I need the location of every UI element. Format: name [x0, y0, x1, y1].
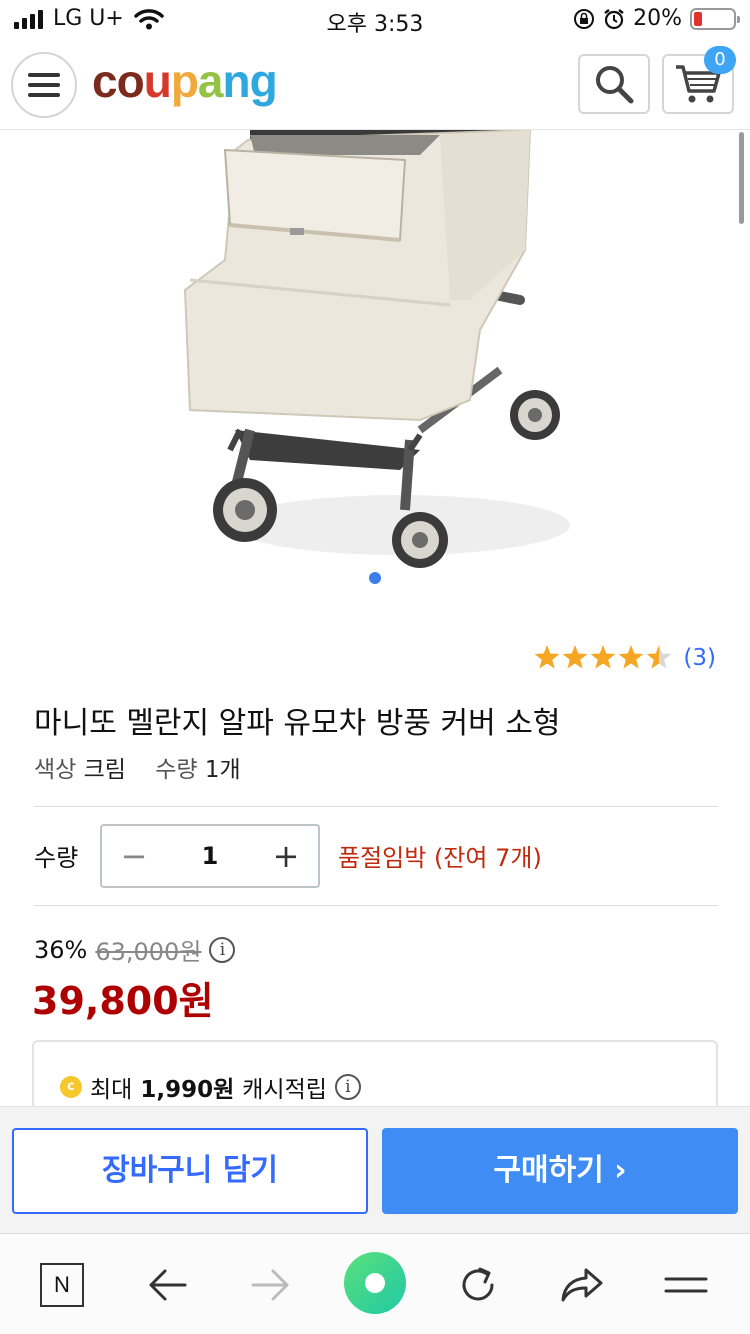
coupang-logo[interactable]: coupang	[92, 54, 278, 108]
share-button[interactable]	[552, 1258, 612, 1312]
cart-button[interactable]: 0	[662, 46, 736, 114]
reload-icon	[462, 1267, 494, 1301]
battery-icon	[690, 7, 740, 30]
browser-toolbar: N	[0, 1233, 750, 1334]
cash-prefix: 최대	[90, 1077, 133, 1103]
share-icon	[561, 1268, 603, 1302]
rotation-lock-icon	[574, 8, 595, 29]
quantity-value[interactable]: 1	[202, 842, 219, 870]
cash-suffix: 캐시적립	[242, 1077, 327, 1103]
product-title: 마니또 멜란지 알파 유모차 방풍 커버 소형	[34, 706, 561, 741]
stock-notice: 품절임박 (잔여 7개)	[338, 844, 542, 872]
star	[619, 645, 644, 669]
alarm-icon	[604, 8, 624, 29]
discount-rate: 36%	[34, 935, 88, 964]
sale-price: 39,800원	[32, 979, 214, 1023]
n-tab-button[interactable]: N	[32, 1258, 92, 1312]
star	[563, 645, 588, 669]
quantity-decrease-button[interactable]: −	[116, 837, 152, 875]
logo-letter: c	[92, 55, 118, 107]
logo-letter: o	[116, 55, 145, 107]
page-scrollbar[interactable]	[739, 132, 744, 224]
cash-coin-icon: c	[60, 1076, 82, 1098]
forward-arrow-icon	[251, 1269, 289, 1301]
stroller-cover-photo	[183, 130, 570, 568]
option-qty-value: 1개	[204, 757, 241, 783]
option-color-value: 크림	[83, 757, 126, 783]
wheel-front-left	[213, 478, 277, 542]
divider	[34, 905, 718, 906]
menu-button[interactable]	[11, 52, 77, 118]
quantity-stepper: − 1 +	[100, 824, 320, 888]
divider	[34, 806, 718, 807]
cart-count-badge: 0	[704, 46, 736, 74]
add-to-cart-button[interactable]: 장바구니 담기	[12, 1128, 368, 1214]
menu-icon	[664, 1277, 708, 1293]
discount-line: 36% 63,000원 i	[34, 932, 236, 967]
green-dot-button[interactable]	[344, 1252, 406, 1314]
quantity-increase-button[interactable]: +	[268, 837, 304, 875]
logo-letter: a	[197, 55, 224, 107]
purchase-bar: 장바구니 담기 구매하기 ›	[0, 1106, 750, 1233]
star	[647, 645, 672, 669]
n-tab-icon: N	[40, 1263, 84, 1307]
info-icon[interactable]: i	[209, 936, 236, 963]
option-qty-label: 수량	[155, 757, 198, 783]
back-arrow-icon	[149, 1269, 187, 1301]
forward-button[interactable]	[241, 1258, 301, 1312]
wheel-back-right	[510, 390, 560, 440]
info-icon[interactable]: i	[334, 1074, 361, 1100]
product-rating[interactable]: (3)	[533, 644, 716, 672]
logo-letter: g	[249, 55, 278, 107]
star	[591, 645, 616, 669]
status-bar: LG U+ 오후 3:53 20%	[0, 0, 750, 40]
star-rating-icon	[535, 645, 672, 669]
star	[535, 645, 560, 669]
cash-amount: 1,990원	[140, 1077, 235, 1103]
product-image[interactable]	[0, 130, 750, 620]
quantity-label: 수량	[34, 844, 79, 872]
original-price: 63,000원	[95, 938, 202, 966]
browser-menu-button[interactable]	[656, 1258, 716, 1312]
review-count[interactable]: (3)	[683, 645, 716, 671]
logo-letter: p	[170, 55, 199, 107]
battery-percent: 20%	[633, 6, 682, 31]
green-dot-icon	[365, 1273, 385, 1293]
wheel-front-right	[392, 512, 448, 568]
search-button[interactable]	[578, 54, 650, 114]
logo-letter: u	[143, 55, 172, 107]
option-color-label: 색상	[34, 757, 77, 783]
gallery-dot-active[interactable]	[369, 572, 381, 584]
back-button[interactable]	[137, 1258, 197, 1312]
product-options: 색상 크림 수량 1개	[34, 750, 241, 784]
logo-letter: n	[222, 55, 251, 107]
buy-now-button[interactable]: 구매하기 ›	[382, 1128, 738, 1214]
reload-button[interactable]	[448, 1258, 508, 1312]
header: coupang 0	[0, 40, 750, 130]
search-icon	[596, 66, 634, 104]
